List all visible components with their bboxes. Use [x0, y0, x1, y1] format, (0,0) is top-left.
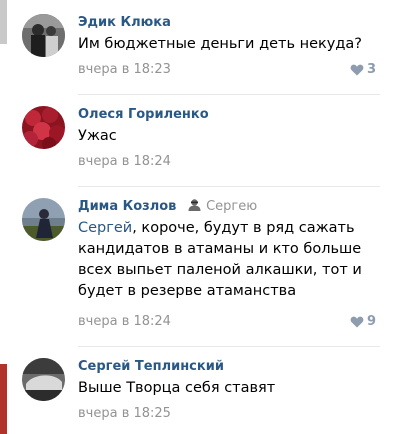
comment-timestamp[interactable]: вчера в 18:23 — [78, 62, 171, 78]
comment-timestamp[interactable]: вчера в 18:25 — [78, 406, 171, 422]
comment-text: Сергей, короче, будут в ряд сажать канди… — [78, 218, 383, 302]
reply-to-link[interactable]: Сергею — [206, 199, 257, 214]
comment-text: Выше Творца себя ставят — [78, 380, 276, 396]
like-count: 9 — [366, 314, 376, 329]
comment-text: Им бюджетные деньги деть некуда? — [78, 36, 362, 52]
divider — [78, 346, 380, 347]
like-button[interactable]: 9 — [350, 314, 376, 330]
comment-author[interactable]: Дима Козлов — [78, 199, 176, 214]
comment-author[interactable]: Эдик Клюка — [78, 14, 171, 32]
comment-item: Дима Козлов Сергею Сергей, короче, будут… — [0, 198, 400, 338]
comment-timestamp[interactable]: вчера в 18:24 — [78, 314, 171, 330]
comment-author-line: Дима Козлов Сергею — [78, 198, 257, 216]
avatar[interactable] — [22, 198, 65, 241]
avatar[interactable] — [22, 358, 65, 401]
divider — [78, 186, 380, 187]
heart-icon — [350, 64, 364, 76]
comment-item: Эдик Клюка Им бюджетные деньги деть неку… — [0, 14, 400, 86]
like-button[interactable]: 3 — [350, 62, 376, 78]
comment-author[interactable]: Сергей Теплинский — [78, 358, 224, 376]
comment-timestamp[interactable]: вчера в 18:24 — [78, 154, 171, 170]
mention-link[interactable]: Сергей — [78, 220, 132, 236]
comment-item: Олеся Гориленко Ужас вчера в 18:24 — [0, 106, 400, 178]
divider — [78, 94, 380, 95]
avatar[interactable] — [22, 106, 65, 149]
comment-item: Сергей Теплинский Выше Творца себя ставя… — [0, 358, 400, 430]
comment-text: Ужас — [78, 128, 117, 144]
comment-author[interactable]: Олеся Гориленко — [78, 106, 209, 124]
heart-icon — [350, 316, 364, 328]
avatar[interactable] — [22, 14, 65, 57]
reply-user-icon — [187, 199, 206, 214]
like-count: 3 — [366, 62, 376, 77]
